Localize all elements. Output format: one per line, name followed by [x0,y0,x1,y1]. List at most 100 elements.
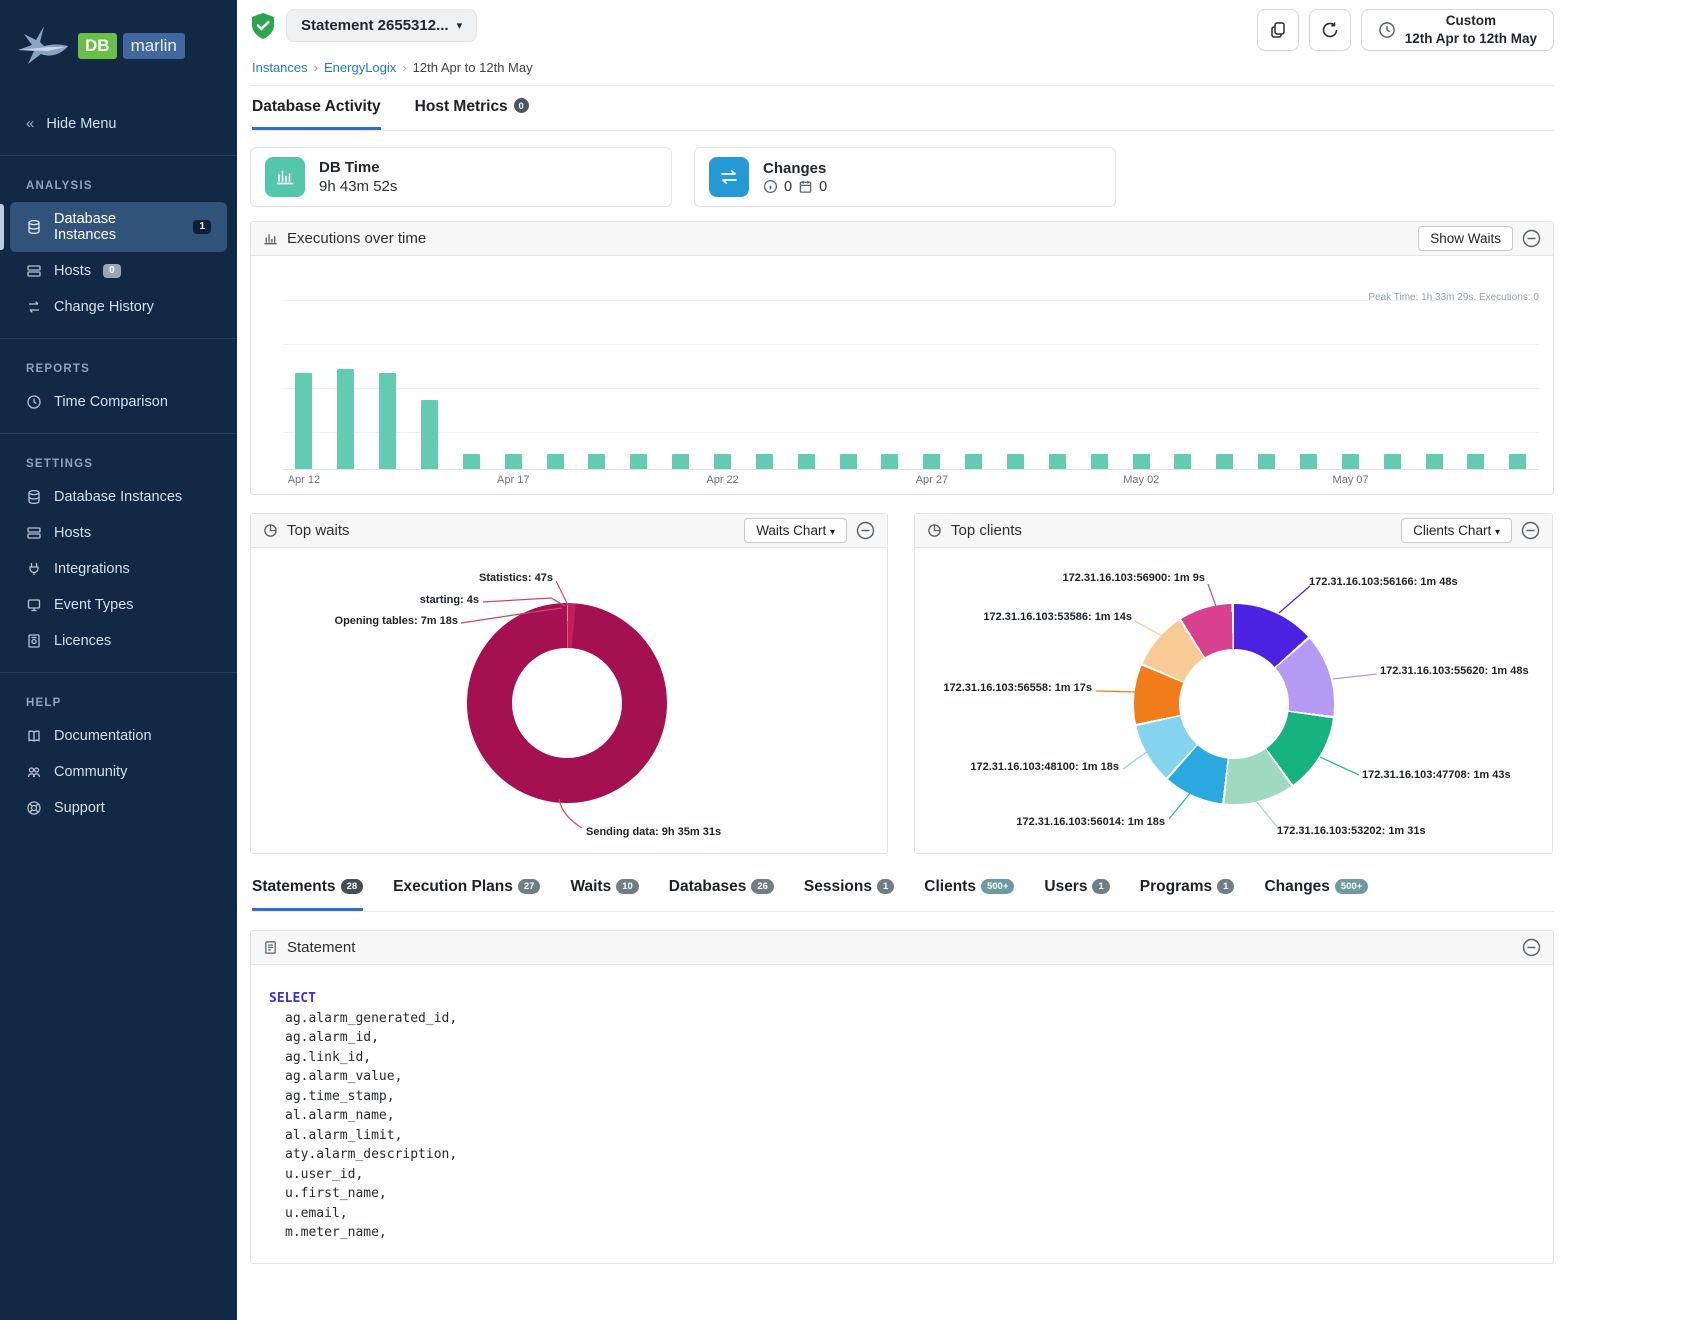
time-range-button[interactable]: Custom 12th Apr to 12th May [1361,9,1554,51]
x-axis-tick: May 02 [1123,474,1159,486]
clock-icon [26,394,42,410]
execution-bar[interactable] [463,454,480,469]
execution-bar[interactable] [1342,454,1359,469]
execution-bar[interactable] [923,454,940,469]
tab-programs[interactable]: Programs1 [1140,878,1235,911]
execution-bar[interactable] [421,400,438,469]
changes-title: Changes [763,160,827,177]
sql-line: u.user_id, [269,1165,1553,1185]
execution-bar[interactable] [547,454,564,469]
execution-bar[interactable] [630,454,647,469]
execution-bar[interactable] [714,454,731,469]
plug-icon [26,561,42,577]
tab-badge: 1 [1092,879,1109,894]
breadcrumb-instance-name[interactable]: EnergyLogix [324,60,396,75]
copy-button[interactable] [1257,9,1299,51]
execution-bar[interactable] [840,454,857,469]
sql-keyword: SELECT [269,989,1553,1009]
execution-bar[interactable] [672,454,689,469]
execution-bar[interactable] [1300,454,1317,469]
top-clients-title: Top clients [951,522,1022,539]
waits-chart-dropdown[interactable]: Waits Chart ▾ [744,518,847,543]
sidebar-item-settings-database-instances[interactable]: Database Instances [10,480,227,514]
sidebar-item-change-history[interactable]: Change History [10,290,227,324]
sidebar-item-label: Support [54,800,105,816]
show-waits-button[interactable]: Show Waits [1418,226,1513,251]
sidebar-item-integrations[interactable]: Integrations [10,552,227,586]
statement-selector-dropdown[interactable]: Statement 2655312... ▾ [286,9,477,42]
sidebar-item-documentation[interactable]: Documentation [10,719,227,753]
changes-swap-icon [709,157,749,197]
tab-sessions[interactable]: Sessions1 [804,878,894,911]
breadcrumb-instances[interactable]: Instances [252,60,308,75]
execution-bar[interactable] [588,454,605,469]
collapse-statement-icon[interactable] [1522,938,1541,957]
section-help: HELP [0,687,237,717]
execution-bar[interactable] [1258,454,1275,469]
tab-host-metrics[interactable]: Host Metrics 0 [415,98,529,130]
tab-badge: 27 [518,879,541,894]
execution-bar[interactable] [505,454,522,469]
sql-statement-text[interactable]: SELECT ag.alarm_generated_id,ag.alarm_id… [251,965,1553,1263]
clients-chart-dropdown[interactable]: Clients Chart ▾ [1401,518,1512,543]
tab-execution-plans[interactable]: Execution Plans27 [393,878,540,911]
tab-databases[interactable]: Databases26 [669,878,774,911]
tab-waits[interactable]: Waits10 [570,878,638,911]
execution-bar[interactable] [1049,454,1066,469]
statement-doc-icon [263,940,278,955]
execution-bar[interactable] [1174,454,1191,469]
sidebar-item-community[interactable]: Community [10,755,227,789]
refresh-icon [1320,20,1340,40]
sidebar-item-database-instances[interactable]: Database Instances 1 [10,202,227,252]
tab-changes[interactable]: Changes500+ [1264,878,1368,911]
collapse-clients-icon[interactable] [1521,521,1540,540]
client-slice-label: 172.31.16.103:56900: 1m 9s [1062,572,1205,584]
execution-bar[interactable] [337,369,354,469]
calendar-icon [798,179,813,194]
client-slice-label: 172.31.16.103:47708: 1m 43s [1362,769,1511,781]
client-slice-label: 172.31.16.103:48100: 1m 18s [970,761,1119,773]
support-icon [26,800,42,816]
waits-donut[interactable] [467,603,667,803]
main-content: Statement 2655312... ▾ Custom 12th Apr t… [237,0,1700,1264]
sidebar-item-event-types[interactable]: Event Types [10,588,227,622]
sidebar-item-hosts[interactable]: Hosts 0 [10,254,227,288]
x-axis-tick: May 07 [1333,474,1369,486]
execution-bar[interactable] [295,373,312,469]
sidebar-item-label: Integrations [54,561,130,577]
tab-users[interactable]: Users1 [1044,878,1109,911]
tab-label: Host Metrics [415,98,508,116]
tab-clients[interactable]: Clients500+ [924,878,1014,911]
execution-bar[interactable] [756,454,773,469]
execution-bar[interactable] [1133,454,1150,469]
tab-badge: 10 [616,879,639,894]
logo-db: DB [78,33,117,59]
tab-badge: 28 [341,879,364,894]
sidebar-item-time-comparison[interactable]: Time Comparison [10,385,227,419]
execution-bar[interactable] [1426,454,1443,469]
execution-bar[interactable] [1216,454,1233,469]
sidebar-item-label: Time Comparison [54,394,168,410]
collapse-waits-icon[interactable] [856,521,875,540]
execution-bar[interactable] [881,454,898,469]
execution-bar[interactable] [1509,454,1526,469]
execution-bar[interactable] [1091,454,1108,469]
divider [0,155,237,156]
hide-menu-button[interactable]: « Hide Menu [10,106,227,141]
execution-bar[interactable] [798,454,815,469]
sidebar-item-settings-hosts[interactable]: Hosts [10,516,227,550]
execution-bar[interactable] [379,373,396,469]
tab-database-activity[interactable]: Database Activity [252,98,381,130]
wait-slice-label: starting: 4s [420,594,479,606]
clients-donut[interactable] [1134,604,1334,804]
refresh-button[interactable] [1309,9,1351,51]
execution-bar[interactable] [965,454,982,469]
execution-bar[interactable] [1384,454,1401,469]
execution-bar[interactable] [1007,454,1024,469]
tab-statements[interactable]: Statements28 [252,878,363,911]
collapse-executions-icon[interactable] [1522,229,1541,248]
sidebar-item-support[interactable]: Support [10,791,227,825]
execution-bar[interactable] [1467,454,1484,469]
sidebar-item-licences[interactable]: Licences [10,624,227,658]
brand-logo[interactable]: DB marlin [0,0,237,92]
